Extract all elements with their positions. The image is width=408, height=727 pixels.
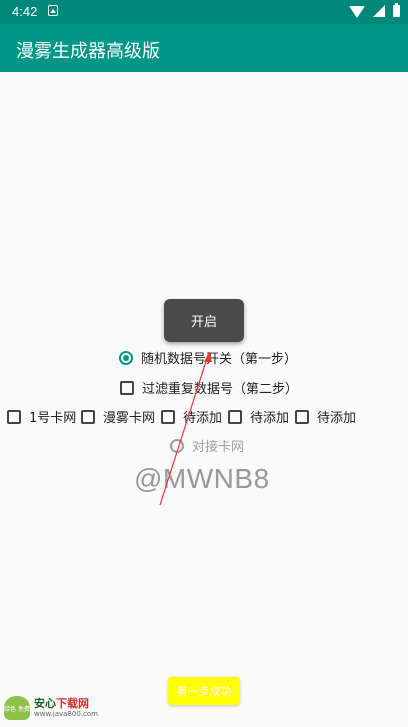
random-number-radio[interactable] xyxy=(119,350,133,365)
pending-2-option[interactable]: 待添加 xyxy=(228,407,289,426)
filter-dupes-checkbox[interactable] xyxy=(120,380,134,395)
card-net-1-option[interactable]: 1号卡网 xyxy=(7,407,76,426)
logo-name-part1: 安心 xyxy=(34,697,56,710)
logo-url: www.java800.com xyxy=(34,710,98,718)
site-logo: 绿色 免费 安心下载网 www.java800.com xyxy=(4,696,98,720)
signal-icon xyxy=(373,5,385,17)
start-button-label: 开启 xyxy=(190,315,217,330)
step-success-button[interactable]: 第一步成功 xyxy=(168,677,240,705)
logo-badge: 绿色 免费 xyxy=(4,705,30,713)
interface-option[interactable]: 对接卡网 xyxy=(170,436,244,455)
watermark: @MWNB8 xyxy=(134,463,270,494)
pending-1-checkbox[interactable] xyxy=(161,409,175,424)
interface-label: 对接卡网 xyxy=(192,440,245,455)
heart-logo-icon: 绿色 免费 xyxy=(4,696,30,720)
pending-2-checkbox[interactable] xyxy=(228,409,242,424)
step-success-label: 第一步成功 xyxy=(176,685,232,698)
logo-name-part2: 下载网 xyxy=(56,697,89,710)
notification-icon xyxy=(48,5,58,16)
pending-1-label: 待添加 xyxy=(183,411,223,426)
card-net-2-option[interactable]: 漫雾卡网 xyxy=(81,407,155,426)
card-net-2-checkbox[interactable] xyxy=(81,409,95,424)
status-icons xyxy=(349,3,400,18)
battery-icon xyxy=(393,3,400,17)
pending-3-label: 待添加 xyxy=(317,411,357,426)
pending-1-option[interactable]: 待添加 xyxy=(161,407,222,426)
random-number-label: 随机数据号开关（第一步） xyxy=(141,352,298,367)
wifi-icon xyxy=(349,6,365,18)
filter-dupes-label: 过滤重复数据号（第二步） xyxy=(142,382,299,397)
card-net-1-checkbox[interactable] xyxy=(7,409,21,424)
pending-3-checkbox[interactable] xyxy=(295,409,309,424)
pending-2-label: 待添加 xyxy=(250,411,290,426)
card-net-2-label: 漫雾卡网 xyxy=(103,411,156,426)
filter-dupes-option[interactable]: 过滤重复数据号（第二步） xyxy=(120,378,298,397)
app-title: 漫雾生成器高级版 xyxy=(16,41,160,62)
interface-radio[interactable] xyxy=(170,438,184,453)
clock: 4:42 xyxy=(12,4,38,19)
start-button[interactable]: 开启 xyxy=(164,299,244,342)
pending-3-option[interactable]: 待添加 xyxy=(295,407,356,426)
card-net-1-label: 1号卡网 xyxy=(29,411,77,426)
random-number-option[interactable]: 随机数据号开关（第一步） xyxy=(119,348,297,367)
app-bar: 漫雾生成器高级版 xyxy=(0,24,408,72)
status-bar: 4:42 xyxy=(0,0,408,24)
